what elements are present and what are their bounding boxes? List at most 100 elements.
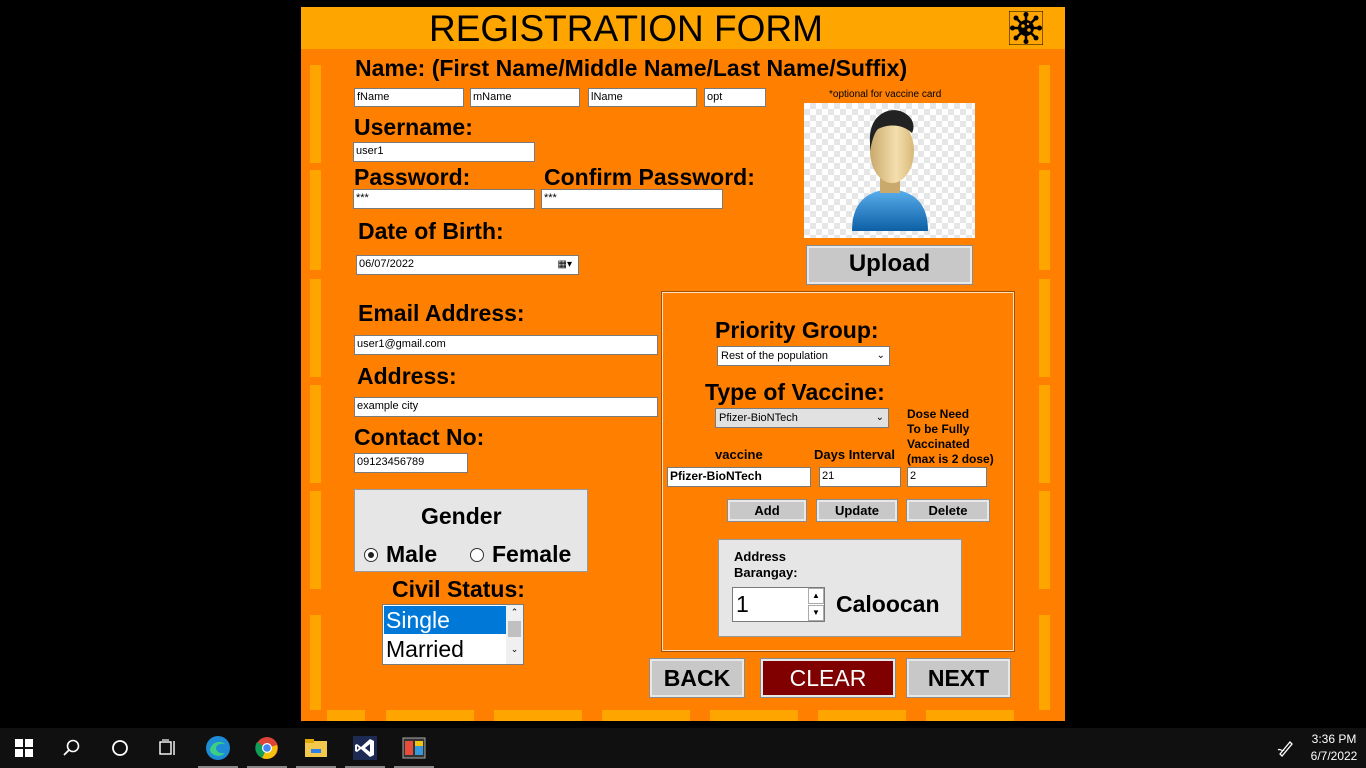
confirm-password-field[interactable]: *** — [541, 189, 723, 209]
dob-value: 06/07/2022 — [359, 258, 415, 270]
vaccine-panel: Priority Group: Rest of the population ⌄… — [661, 291, 1015, 652]
registration-form-window: REGISTRATION FORM Name: (First Name/Midd — [301, 7, 1065, 721]
taskbar: 3:36 PM 6/7/2022 — [0, 728, 1366, 768]
priority-group-label: Priority Group: — [715, 317, 879, 343]
vaccine-type-select[interactable]: Pfizer-BioNTech ⌄ — [715, 408, 889, 428]
username-field[interactable]: user1 — [353, 142, 535, 162]
decor-stripe — [310, 491, 321, 589]
decor-stripe — [1039, 385, 1050, 483]
title-bar: REGISTRATION FORM — [301, 7, 1065, 49]
contact-field[interactable]: 09123456789 — [354, 453, 468, 473]
decor-stripe — [818, 710, 906, 721]
barangay-stepper[interactable]: 1 ▲ ▼ — [732, 587, 825, 622]
gender-male-radio[interactable]: Male — [364, 541, 437, 568]
days-interval-label: Days Interval — [814, 447, 895, 462]
back-button[interactable]: BACK — [649, 658, 745, 698]
scroll-thumb[interactable] — [508, 621, 521, 637]
task-view-icon[interactable] — [144, 728, 192, 768]
user-avatar-icon — [852, 110, 928, 231]
decor-stripe — [327, 710, 365, 721]
decor-stripe — [1039, 170, 1050, 270]
decor-stripe — [310, 615, 321, 710]
priority-group-select[interactable]: Rest of the population ⌄ — [717, 346, 890, 366]
vaccine-type-label: Type of Vaccine: — [705, 379, 885, 405]
dob-picker[interactable]: 06/07/2022 ▦▾ — [356, 255, 579, 275]
confirm-password-label: Confirm Password: — [544, 164, 755, 190]
gender-female-label: Female — [492, 541, 572, 567]
civil-status-option-married[interactable]: Married — [384, 635, 506, 663]
password-field[interactable]: *** — [353, 189, 535, 209]
stepper-down-icon[interactable]: ▼ — [808, 605, 824, 621]
decor-stripe — [310, 279, 321, 377]
clock-time: 3:36 PM — [1311, 732, 1357, 746]
windows-start-icon[interactable] — [0, 728, 48, 768]
name-label: Name: (First Name/Middle Name/Last Name/… — [355, 55, 908, 81]
decor-stripe — [926, 710, 1014, 721]
radio-checked-icon — [364, 547, 378, 562]
address-field[interactable]: example city — [354, 397, 658, 417]
decor-stripe — [1039, 65, 1050, 163]
decor-stripe — [310, 170, 321, 270]
chevron-down-icon: ⌄ — [876, 350, 885, 361]
civil-status-option-single[interactable]: Single — [384, 606, 506, 634]
optional-note: *optional for vaccine card — [829, 89, 942, 100]
edge-icon[interactable] — [194, 728, 242, 768]
city-label: Caloocan — [836, 591, 940, 617]
vaccine-type-value: Pfizer-BioNTech — [719, 412, 798, 424]
upload-button[interactable]: Upload — [806, 245, 973, 285]
barangay-value: 1 — [736, 591, 749, 617]
add-button[interactable]: Add — [727, 499, 807, 522]
decor-stripe — [1039, 491, 1050, 589]
last-name-field[interactable]: lName — [588, 88, 697, 107]
civil-status-listbox[interactable]: Single Married ⌃ ⌄ — [382, 604, 524, 665]
decor-stripe — [386, 710, 474, 721]
radio-unchecked-icon — [470, 547, 484, 562]
email-label: Email Address: — [358, 300, 525, 326]
scroll-down-icon[interactable]: ⌄ — [506, 639, 523, 659]
dose-label-line: (max is 2 dose) — [907, 452, 994, 466]
listbox-scrollbar[interactable]: ⌃ ⌄ — [506, 605, 523, 664]
gender-female-radio[interactable]: Female — [470, 541, 571, 568]
dob-label: Date of Birth: — [358, 218, 504, 244]
dose-label: Dose Need To be Fully Vaccinated (max is… — [907, 407, 994, 467]
cortana-icon[interactable] — [96, 728, 144, 768]
decor-stripe — [310, 385, 321, 483]
days-interval-field[interactable]: 21 — [819, 467, 901, 487]
gender-male-label: Male — [386, 541, 438, 567]
clear-button[interactable]: CLEAR — [760, 658, 896, 698]
clock[interactable]: 3:36 PM 6/7/2022 — [1304, 731, 1364, 765]
decor-stripe — [1039, 279, 1050, 377]
calendar-icon[interactable]: ▦▾ — [558, 256, 572, 273]
stepper-up-icon[interactable]: ▲ — [808, 588, 824, 604]
email-field[interactable]: user1@gmail.com — [354, 335, 658, 355]
suffix-field[interactable]: opt — [704, 88, 766, 107]
decor-stripe — [602, 710, 690, 721]
pen-icon[interactable] — [1262, 728, 1310, 768]
update-button[interactable]: Update — [816, 499, 898, 522]
dose-label-line: To be Fully — [907, 422, 970, 436]
next-button[interactable]: NEXT — [906, 658, 1011, 698]
middle-name-field[interactable]: mName — [470, 88, 580, 107]
vaccine-column-label: vaccine — [715, 447, 763, 462]
barangay-group: Address Barangay: 1 ▲ ▼ Caloocan — [718, 539, 962, 637]
decor-stripe — [494, 710, 582, 721]
visual-studio-icon[interactable] — [341, 728, 389, 768]
priority-group-value: Rest of the population — [721, 350, 829, 362]
delete-button[interactable]: Delete — [906, 499, 990, 522]
search-icon[interactable] — [48, 728, 96, 768]
dose-field[interactable]: 2 — [907, 467, 987, 487]
barangay-label: Address Barangay: — [734, 549, 798, 581]
civil-status-label: Civil Status: — [392, 576, 525, 602]
chevron-down-icon: ⌄ — [875, 412, 884, 423]
barangay-label-line: Barangay: — [734, 565, 798, 580]
page-title: REGISTRATION FORM — [429, 8, 823, 49]
password-label: Password: — [354, 164, 471, 190]
first-name-field[interactable]: fName — [354, 88, 464, 107]
scroll-up-icon[interactable]: ⌃ — [506, 605, 523, 619]
file-explorer-icon[interactable] — [292, 728, 340, 768]
vaccine-name-field[interactable]: Pfizer-BioNTech — [667, 467, 811, 487]
app-icon[interactable] — [390, 728, 438, 768]
decor-stripe — [710, 710, 798, 721]
virus-icon[interactable] — [1009, 11, 1043, 45]
chrome-icon[interactable] — [243, 728, 291, 768]
